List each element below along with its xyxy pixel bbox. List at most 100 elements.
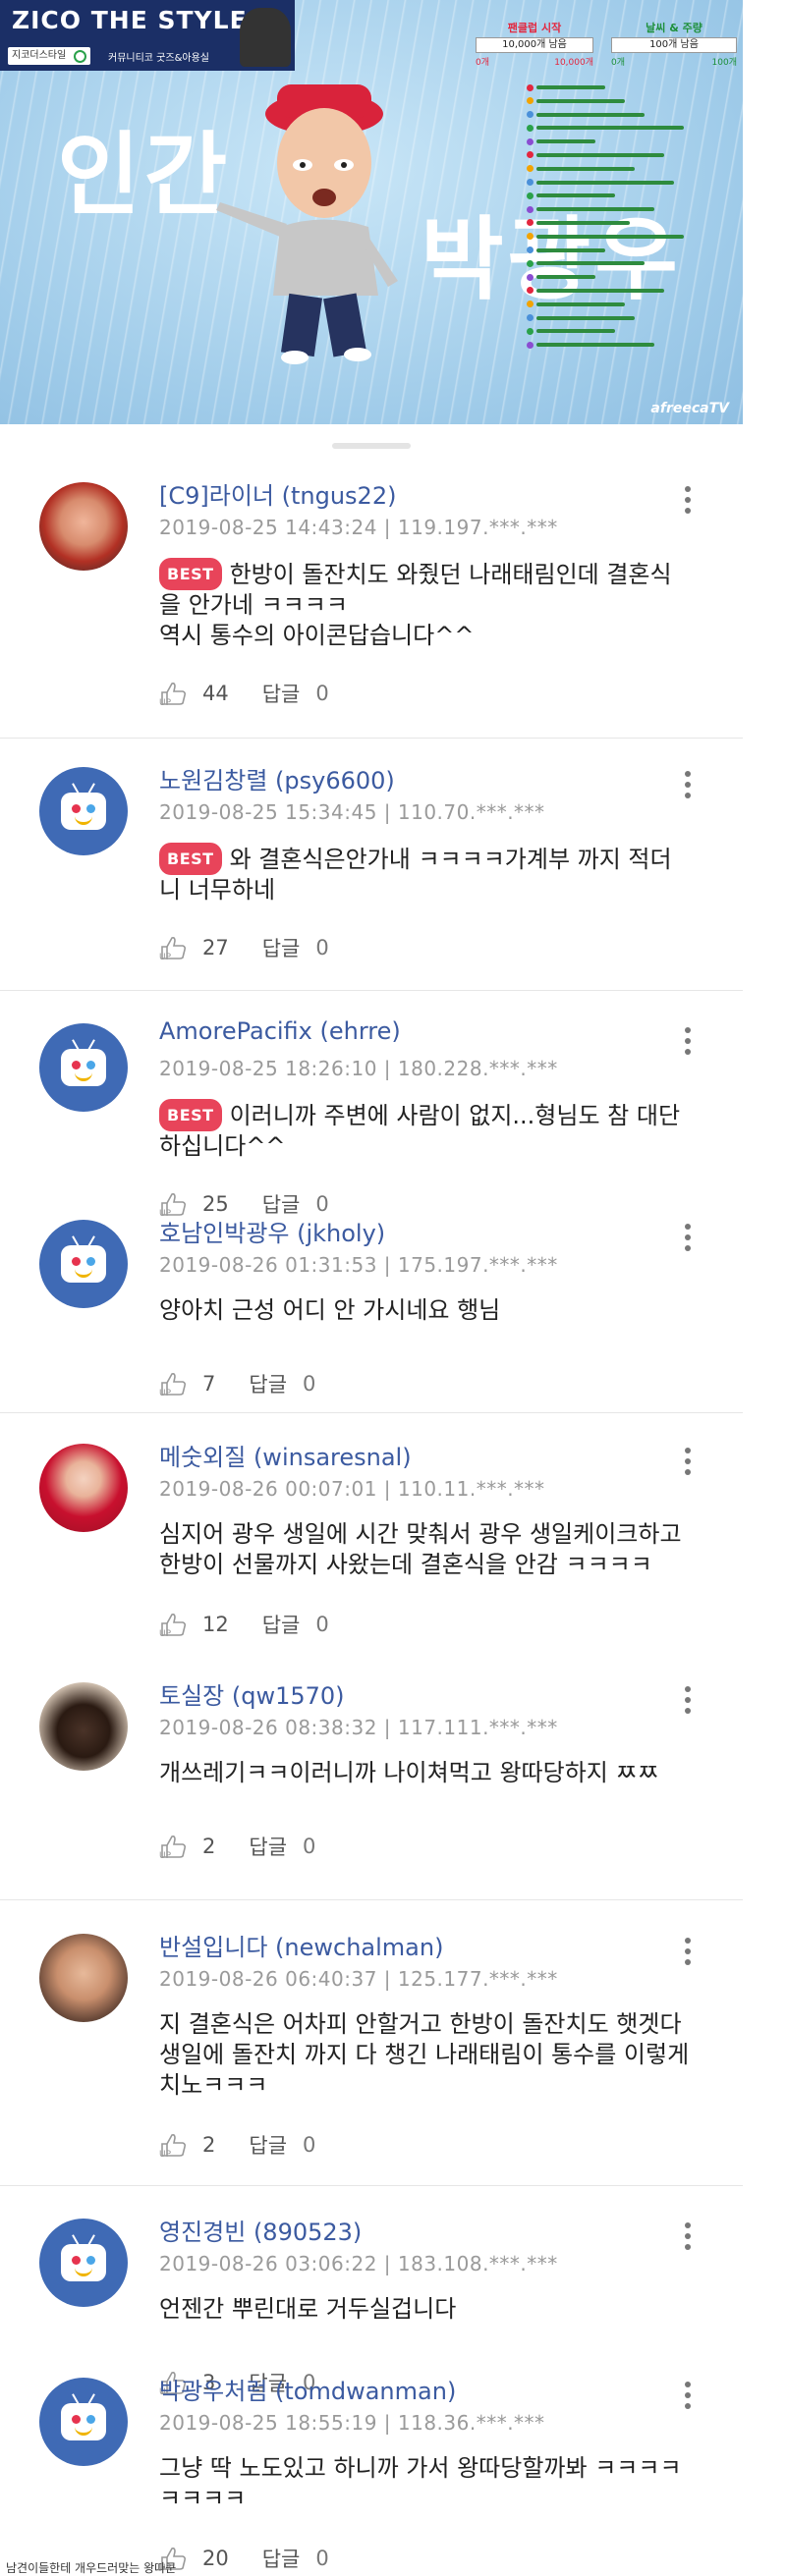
comment-text-line: 한방이 선물까지 사왔는데 결혼식을 안감 ㅋㅋㅋㅋ xyxy=(159,1550,690,1580)
thumbs-up-icon[interactable]: UP xyxy=(159,1834,189,1859)
comment-body: BEST 이러니까 주변에 사람이 없지...형님도 참 대단 하십니다^^ xyxy=(159,1099,690,1162)
stat-a-footer: 0개 10,000개 xyxy=(476,55,593,68)
banner-headline-1: 인간 xyxy=(57,123,232,228)
comment-text-line: 그냥 딱 노도있고 하니까 가서 왕따당할까봐 ㅋㅋㅋㅋ xyxy=(159,2453,690,2484)
comment-meta: 2019-08-25 15:34:45 | 110.70.***.*** xyxy=(159,800,545,824)
reply-button[interactable]: 답글 xyxy=(262,1610,301,1639)
comment-text-line: 을 안가네 ㅋㅋㅋㅋ xyxy=(159,590,690,621)
comment-text: 언젠간 뿌린대로 거두실겁니다 xyxy=(159,2295,457,2323)
reply-button[interactable]: 답글 xyxy=(262,2544,301,2573)
chat-row xyxy=(527,110,735,120)
svg-text:UP: UP xyxy=(159,2150,172,2158)
avatar[interactable] xyxy=(39,2219,128,2307)
reply-button[interactable]: 답글 xyxy=(249,1369,287,1398)
avatar[interactable] xyxy=(39,1682,128,1771)
chat-text-line xyxy=(536,193,615,198)
comment-meta: 2019-08-26 00:07:01 | 110.11.***.*** xyxy=(159,1477,545,1501)
up-count: 2 xyxy=(202,2133,216,2157)
chat-text-line xyxy=(536,152,664,157)
avatar[interactable] xyxy=(39,1444,128,1532)
best-badge: BEST xyxy=(159,1099,222,1131)
more-options-icon[interactable] xyxy=(685,1686,691,1716)
up-count: 20 xyxy=(202,2547,229,2570)
comment-body: BEST 와 결혼식은안가내 ㅋㅋㅋㅋ가계부 까지 적더 니 너무하네 xyxy=(159,843,690,905)
more-options-icon[interactable] xyxy=(685,1448,691,1477)
reply-count: 0 xyxy=(303,1372,316,1396)
comment-body: 지 결혼식은 어차피 안할거고 한방이 돌잔치도 햇겟다 생일에 돌잔치 까지 다… xyxy=(159,2009,690,2101)
more-options-icon[interactable] xyxy=(685,2382,691,2411)
thumbs-up-icon[interactable]: UP xyxy=(159,1612,189,1637)
comment-body: 개쓰레기ㅋㅋ이러니까 나이쳐먹고 왕따당하지 ㅉㅉ xyxy=(159,1758,690,1788)
logo-search-box: 지코더스타일 xyxy=(8,47,90,65)
chat-row xyxy=(527,178,735,188)
chat-row xyxy=(527,340,735,350)
thumbs-up-icon[interactable]: UP xyxy=(159,2132,189,2158)
reply-count: 0 xyxy=(315,682,329,705)
comment-text: 양아치 근성 어디 안 가시네요 행님 xyxy=(159,1296,501,1324)
avatar[interactable] xyxy=(39,1220,128,1308)
comment-author[interactable]: 노원김창렬 (psy6600) xyxy=(159,761,395,795)
chat-row xyxy=(527,218,735,228)
chat-user-icon xyxy=(527,179,534,187)
chat-user-icon xyxy=(527,327,534,335)
chat-user-icon xyxy=(527,287,534,295)
chat-user-icon xyxy=(527,165,534,173)
chat-row xyxy=(527,313,735,323)
avatar[interactable] xyxy=(39,1934,128,2022)
chat-text-line xyxy=(536,288,664,293)
up-count: 44 xyxy=(202,682,229,705)
chat-text-line xyxy=(536,343,654,348)
drag-handle[interactable] xyxy=(332,443,411,449)
reply-button[interactable]: 답글 xyxy=(249,1832,287,1861)
comment-text-line: ㅋㅋㅋㅋ xyxy=(159,2484,690,2514)
thumbs-up-icon[interactable]: UP xyxy=(159,1371,189,1397)
comment-meta: 2019-08-26 06:40:37 | 125.177.***.*** xyxy=(159,1967,558,1991)
more-options-icon[interactable] xyxy=(685,2222,691,2252)
comment-author[interactable]: AmorePacifix (ehrre) xyxy=(159,1017,401,1045)
more-options-icon[interactable] xyxy=(685,1938,691,1967)
avatar[interactable] xyxy=(39,1023,128,1112)
stream-thumbnail[interactable]: ZICO THE STYLE 지코더스타일 커뮤니티코 굿즈&아용실 인간 박광… xyxy=(0,0,743,424)
logo-search-text: 지코더스타일 xyxy=(12,50,67,61)
chat-row xyxy=(527,96,735,106)
comment-text: 심지어 광우 생일에 시간 맞춰서 광우 생일케이크하고 xyxy=(159,1520,682,1548)
search-icon xyxy=(74,50,86,63)
avatar[interactable] xyxy=(39,2378,128,2466)
comment-meta: 2019-08-26 03:06:22 | 183.108.***.*** xyxy=(159,2252,558,2275)
reply-button[interactable]: 답글 xyxy=(262,679,301,708)
comment-text-line: 니 너무하네 xyxy=(159,875,690,905)
comment-actions: UP 2 답글 0 xyxy=(159,1832,315,1861)
avatar[interactable] xyxy=(39,482,128,571)
thumbs-up-icon[interactable]: UP xyxy=(159,681,189,706)
reply-count: 0 xyxy=(315,2547,329,2570)
comment-author[interactable]: 토실장 (qw1570) xyxy=(159,1676,345,1711)
stat-goal-b: 날씨 & 주량 100개 남음 0개 100개 xyxy=(611,20,737,68)
chat-row xyxy=(527,286,735,296)
comment-author[interactable]: 박광우처럼 (tomdwanman) xyxy=(159,2372,456,2406)
reply-button[interactable]: 답글 xyxy=(262,933,301,962)
chat-text-line xyxy=(536,220,630,225)
comment-divider xyxy=(0,738,743,739)
more-options-icon[interactable] xyxy=(685,1027,691,1057)
reply-button[interactable]: 답글 xyxy=(249,2130,287,2160)
more-options-icon[interactable] xyxy=(685,1224,691,1253)
chat-text-line xyxy=(536,234,684,239)
chat-user-icon xyxy=(527,247,534,254)
comment-text-line: BEST 와 결혼식은안가내 ㅋㅋㅋㅋ가계부 까지 적더 xyxy=(159,843,690,875)
comment-text: 니 너무하네 xyxy=(159,876,276,904)
more-options-icon[interactable] xyxy=(685,771,691,800)
comment-author[interactable]: [C9]라이너 (tngus22) xyxy=(159,476,396,511)
svg-text:UP: UP xyxy=(159,1851,172,1859)
comment-author[interactable]: 영진경빈 (890523) xyxy=(159,2213,362,2247)
comment-author[interactable]: 호남인박광우 (jkholy) xyxy=(159,1214,385,1248)
chat-user-icon xyxy=(527,111,534,119)
comment-author[interactable]: 반설입니다 (newchalman) xyxy=(159,1928,443,1962)
up-count: 25 xyxy=(202,1192,229,1216)
more-options-icon[interactable] xyxy=(685,486,691,516)
svg-text:UP: UP xyxy=(159,953,172,960)
chat-text-line xyxy=(536,329,615,334)
thumbs-up-icon[interactable]: UP xyxy=(159,935,189,960)
comment-meta: 2019-08-25 18:26:10 | 180.228.***.*** xyxy=(159,1057,558,1080)
comment-author[interactable]: 메숫외질 (winsaresnal) xyxy=(159,1438,412,1472)
avatar[interactable] xyxy=(39,767,128,855)
